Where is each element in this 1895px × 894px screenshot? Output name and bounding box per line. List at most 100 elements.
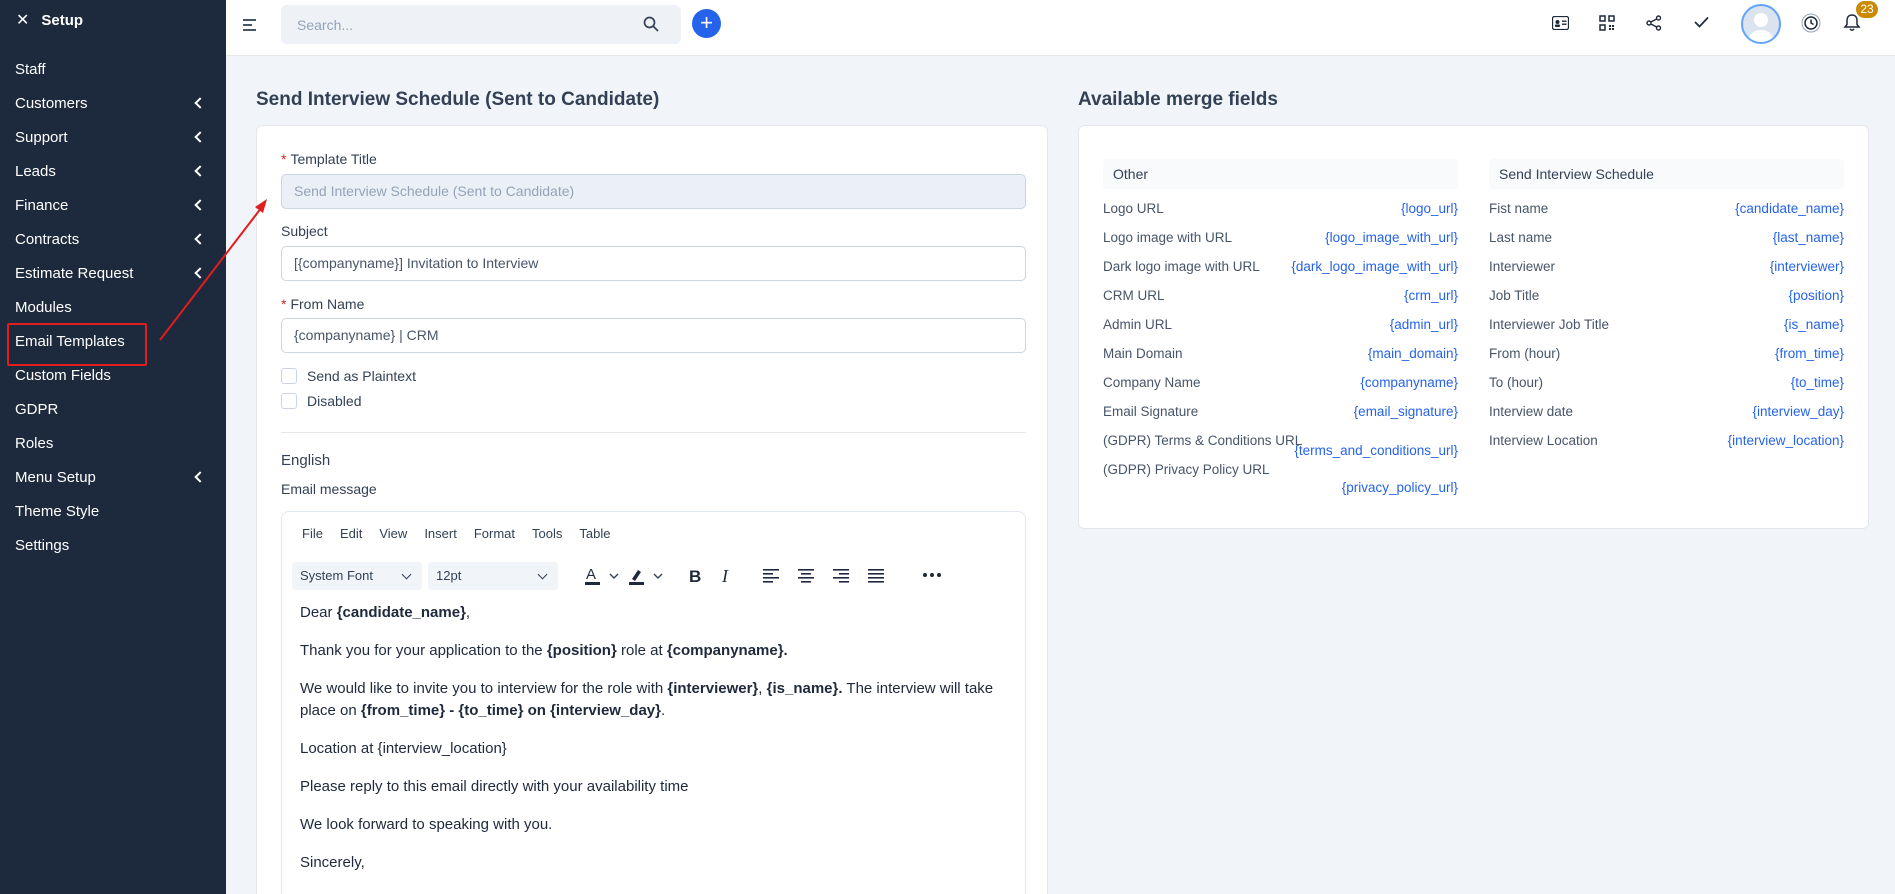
- merge-field-row: Interviewer {interviewer}: [1489, 259, 1844, 274]
- close-icon[interactable]: ✕: [16, 10, 29, 30]
- merge-field-row: Company Name {companyname}: [1103, 375, 1458, 390]
- checkbox-box[interactable]: [281, 368, 297, 384]
- checkbox-box[interactable]: [281, 393, 297, 409]
- menu-insert[interactable]: Insert: [424, 526, 457, 541]
- sidebar-item-roles[interactable]: Roles: [0, 426, 226, 460]
- check-icon[interactable]: [1694, 16, 1709, 28]
- share-icon[interactable]: [1646, 15, 1662, 31]
- sidebar-item-settings[interactable]: Settings: [0, 528, 226, 562]
- clock-icon[interactable]: [1801, 13, 1821, 33]
- sidebar-item-staff[interactable]: Staff: [0, 52, 226, 86]
- template-title-input[interactable]: Send Interview Schedule (Sent to Candida…: [281, 174, 1026, 209]
- sidebar-item-leads[interactable]: Leads: [0, 154, 226, 188]
- text-color-icon[interactable]: A: [585, 566, 625, 588]
- top-bar: + 23: [226, 0, 1895, 56]
- merge-fields-title: Available merge fields: [1078, 89, 1278, 110]
- merge-field-tag[interactable]: {email_signature}: [1354, 404, 1458, 419]
- search-input[interactable]: [281, 5, 621, 44]
- merge-field-tag[interactable]: {is_name}: [1784, 317, 1844, 332]
- merge-group-title: Send Interview Schedule: [1489, 159, 1844, 189]
- merge-field-row: Interviewer Job Title {is_name}: [1489, 317, 1844, 332]
- merge-field-tag[interactable]: {companyname}: [1360, 375, 1458, 390]
- merge-field-tag[interactable]: {main_domain}: [1368, 346, 1458, 361]
- merge-field-row: Main Domain {main_domain}: [1103, 346, 1458, 361]
- more-options-icon[interactable]: [922, 572, 942, 578]
- template-title-label: * Template Title: [281, 151, 377, 167]
- font-size-select[interactable]: 12pt: [428, 562, 558, 590]
- merge-field-row: Email Signature {email_signature}: [1103, 404, 1458, 419]
- merge-field-row: Dark logo image with URL {dark_logo_image…: [1103, 259, 1458, 274]
- from-name-label: * From Name: [281, 296, 365, 312]
- merge-column-interview-schedule: Send Interview Schedule Fist name {candid…: [1489, 159, 1844, 458]
- merge-field-tag[interactable]: {to_time}: [1791, 375, 1844, 390]
- sidebar-item-custom-fields[interactable]: Custom Fields: [0, 358, 226, 392]
- from-name-input[interactable]: {companyname} | CRM: [281, 318, 1026, 353]
- menu-view[interactable]: View: [379, 526, 407, 541]
- merge-field-tag[interactable]: {candidate_name}: [1735, 201, 1844, 216]
- sidebar-item-customers[interactable]: Customers: [0, 86, 226, 120]
- align-right-icon[interactable]: [832, 569, 850, 583]
- bold-icon[interactable]: B: [687, 566, 705, 588]
- sidebar-item-theme-style[interactable]: Theme Style: [0, 494, 226, 528]
- sidebar-title: Setup: [41, 11, 84, 29]
- menu-table[interactable]: Table: [579, 526, 610, 541]
- chevron-left-icon: [194, 471, 206, 483]
- sidebar: ✕ Setup Staff Customers Support Leads Fi…: [0, 0, 226, 894]
- merge-group-title: Other: [1103, 159, 1458, 189]
- search-box: [281, 5, 681, 44]
- merge-field-tag[interactable]: {dark_logo_image_with_url}: [1291, 259, 1458, 274]
- align-center-icon[interactable]: [797, 569, 815, 583]
- paragraph: We look forward to speaking with you.: [300, 816, 553, 833]
- merge-field-tag[interactable]: {admin_url}: [1390, 317, 1458, 332]
- email-message-label: Email message: [281, 481, 377, 497]
- align-left-icon[interactable]: [762, 569, 780, 583]
- highlight-color-icon[interactable]: [629, 566, 669, 588]
- chevron-down-icon: [401, 569, 412, 580]
- svg-text:B: B: [689, 567, 701, 586]
- disabled-checkbox[interactable]: Disabled: [281, 393, 361, 409]
- chevron-down-icon: [537, 569, 548, 580]
- merge-field-tag[interactable]: {terms_and_conditions_url}: [1294, 443, 1458, 458]
- editor-content[interactable]: Dear {candidate_name}, Thank you for you…: [300, 602, 1000, 890]
- contact-card-icon[interactable]: [1552, 16, 1569, 30]
- template-form-card: * Template Title Send Interview Schedule …: [256, 125, 1048, 894]
- send-as-plaintext-checkbox[interactable]: Send as Plaintext: [281, 368, 416, 384]
- font-family-select[interactable]: System Font: [292, 562, 422, 590]
- merge-field-tag[interactable]: {privacy_policy_url}: [1342, 480, 1458, 495]
- menu-format[interactable]: Format: [474, 526, 515, 541]
- merge-field-tag[interactable]: {from_time}: [1775, 346, 1844, 361]
- menu-toggle-icon[interactable]: [243, 19, 256, 31]
- merge-field-row: (GDPR) Terms & Conditions URL {terms_and_…: [1103, 433, 1458, 458]
- justify-icon[interactable]: [867, 569, 885, 583]
- merge-field-tag[interactable]: {logo_image_with_url}: [1325, 230, 1458, 245]
- merge-field-tag[interactable]: {interview_location}: [1728, 433, 1844, 448]
- merge-field-row: (GDPR) Privacy Policy URL {privacy_policy…: [1103, 462, 1458, 495]
- merge-column-other: Other Logo URL {logo_url} Logo image with…: [1103, 159, 1458, 498]
- menu-edit[interactable]: Edit: [340, 526, 362, 541]
- merge-field-tag[interactable]: {interviewer}: [1770, 259, 1844, 274]
- subject-input[interactable]: [{companyname}] Invitation to Interview: [281, 246, 1026, 281]
- menu-tools[interactable]: Tools: [532, 526, 562, 541]
- merge-field-row: From (hour) {from_time}: [1489, 346, 1844, 361]
- quick-add-button[interactable]: +: [692, 9, 721, 38]
- subject-label: Subject: [281, 223, 328, 239]
- merge-field-tag[interactable]: {interview_day}: [1752, 404, 1844, 419]
- sidebar-item-menu-setup[interactable]: Menu Setup: [0, 460, 226, 494]
- merge-field-tag[interactable]: {position}: [1788, 288, 1844, 303]
- paragraph: Thank you for your application to the {p…: [300, 642, 788, 659]
- merge-field-tag[interactable]: {logo_url}: [1401, 201, 1458, 216]
- italic-icon[interactable]: I: [720, 566, 734, 588]
- editor-menubar: File Edit View Insert Format Tools Table: [282, 512, 1025, 541]
- merge-field-row: Fist name {candidate_name}: [1489, 201, 1844, 216]
- search-icon[interactable]: [643, 16, 659, 32]
- merge-field-row: Admin URL {admin_url}: [1103, 317, 1458, 332]
- sidebar-item-support[interactable]: Support: [0, 120, 226, 154]
- menu-file[interactable]: File: [302, 526, 323, 541]
- merge-field-tag[interactable]: {crm_url}: [1404, 288, 1458, 303]
- merge-field-row: Job Title {position}: [1489, 288, 1844, 303]
- svg-text:I: I: [721, 566, 729, 586]
- merge-field-tag[interactable]: {last_name}: [1773, 230, 1844, 245]
- avatar[interactable]: [1741, 4, 1781, 44]
- qr-code-icon[interactable]: [1599, 15, 1615, 31]
- sidebar-item-gdpr[interactable]: GDPR: [0, 392, 226, 426]
